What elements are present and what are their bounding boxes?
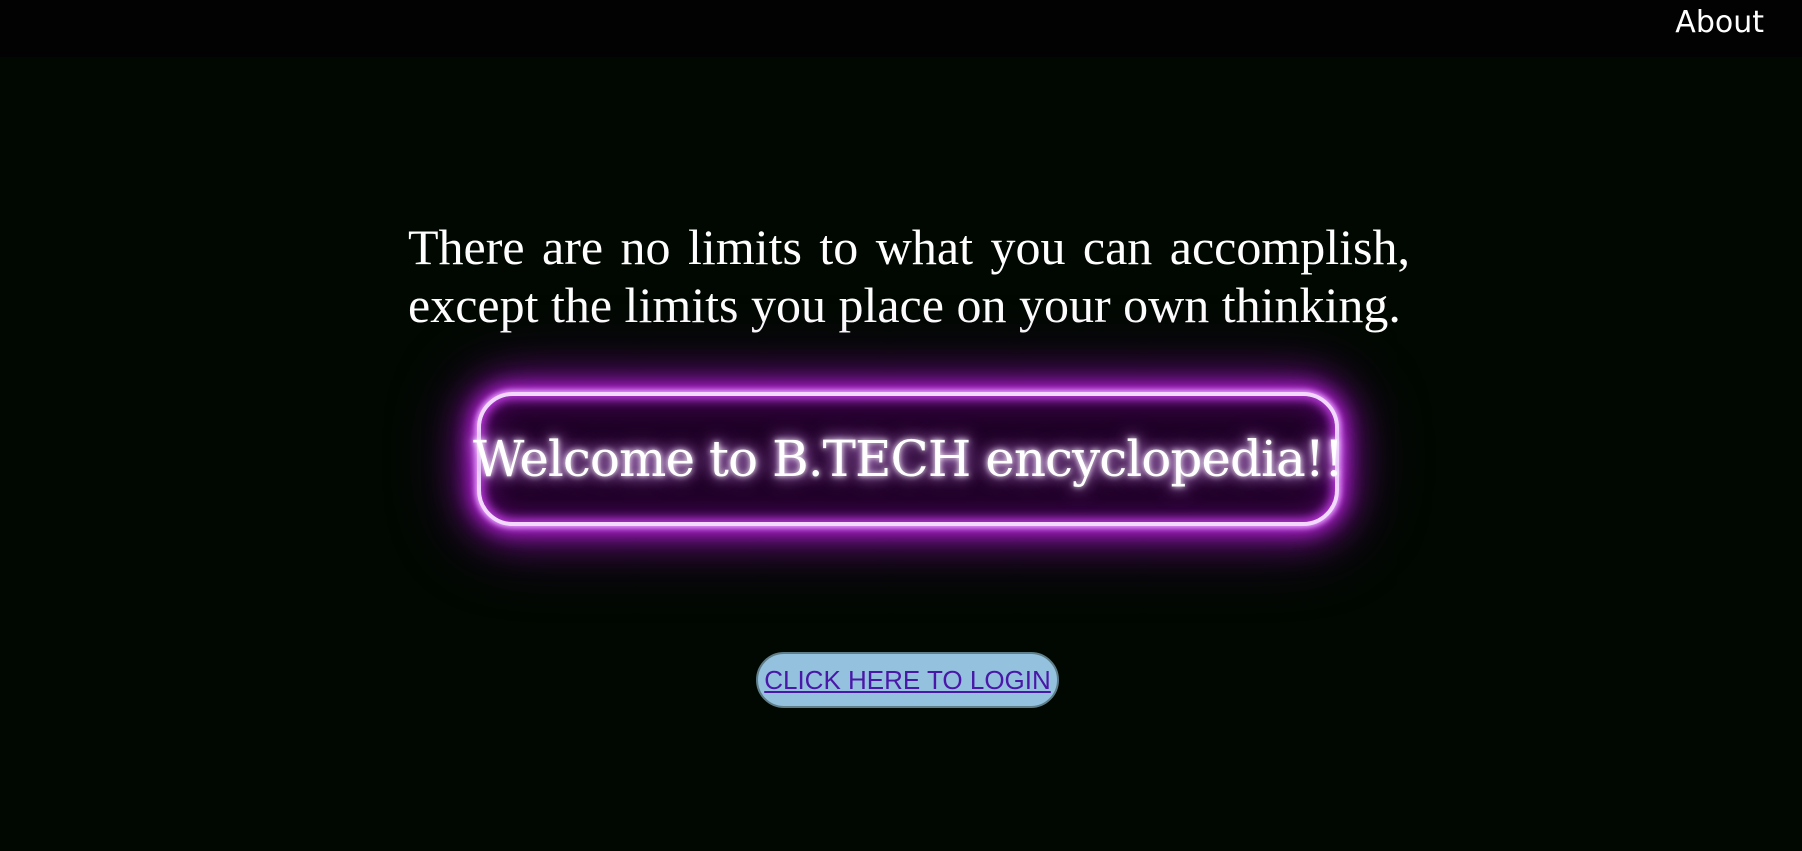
about-link[interactable]: About	[1675, 6, 1764, 40]
top-navigation-bar: About	[0, 0, 1802, 57]
welcome-title: Welcome to B.TECH encyclopedia!!	[473, 430, 1344, 488]
login-link[interactable]: CLICK HERE TO LOGIN	[764, 665, 1051, 696]
welcome-banner: Welcome to B.TECH encyclopedia!!	[473, 392, 1344, 526]
login-button[interactable]: CLICK HERE TO LOGIN	[756, 652, 1059, 708]
motivational-quote: There are no limits to what you can acco…	[408, 219, 1410, 333]
